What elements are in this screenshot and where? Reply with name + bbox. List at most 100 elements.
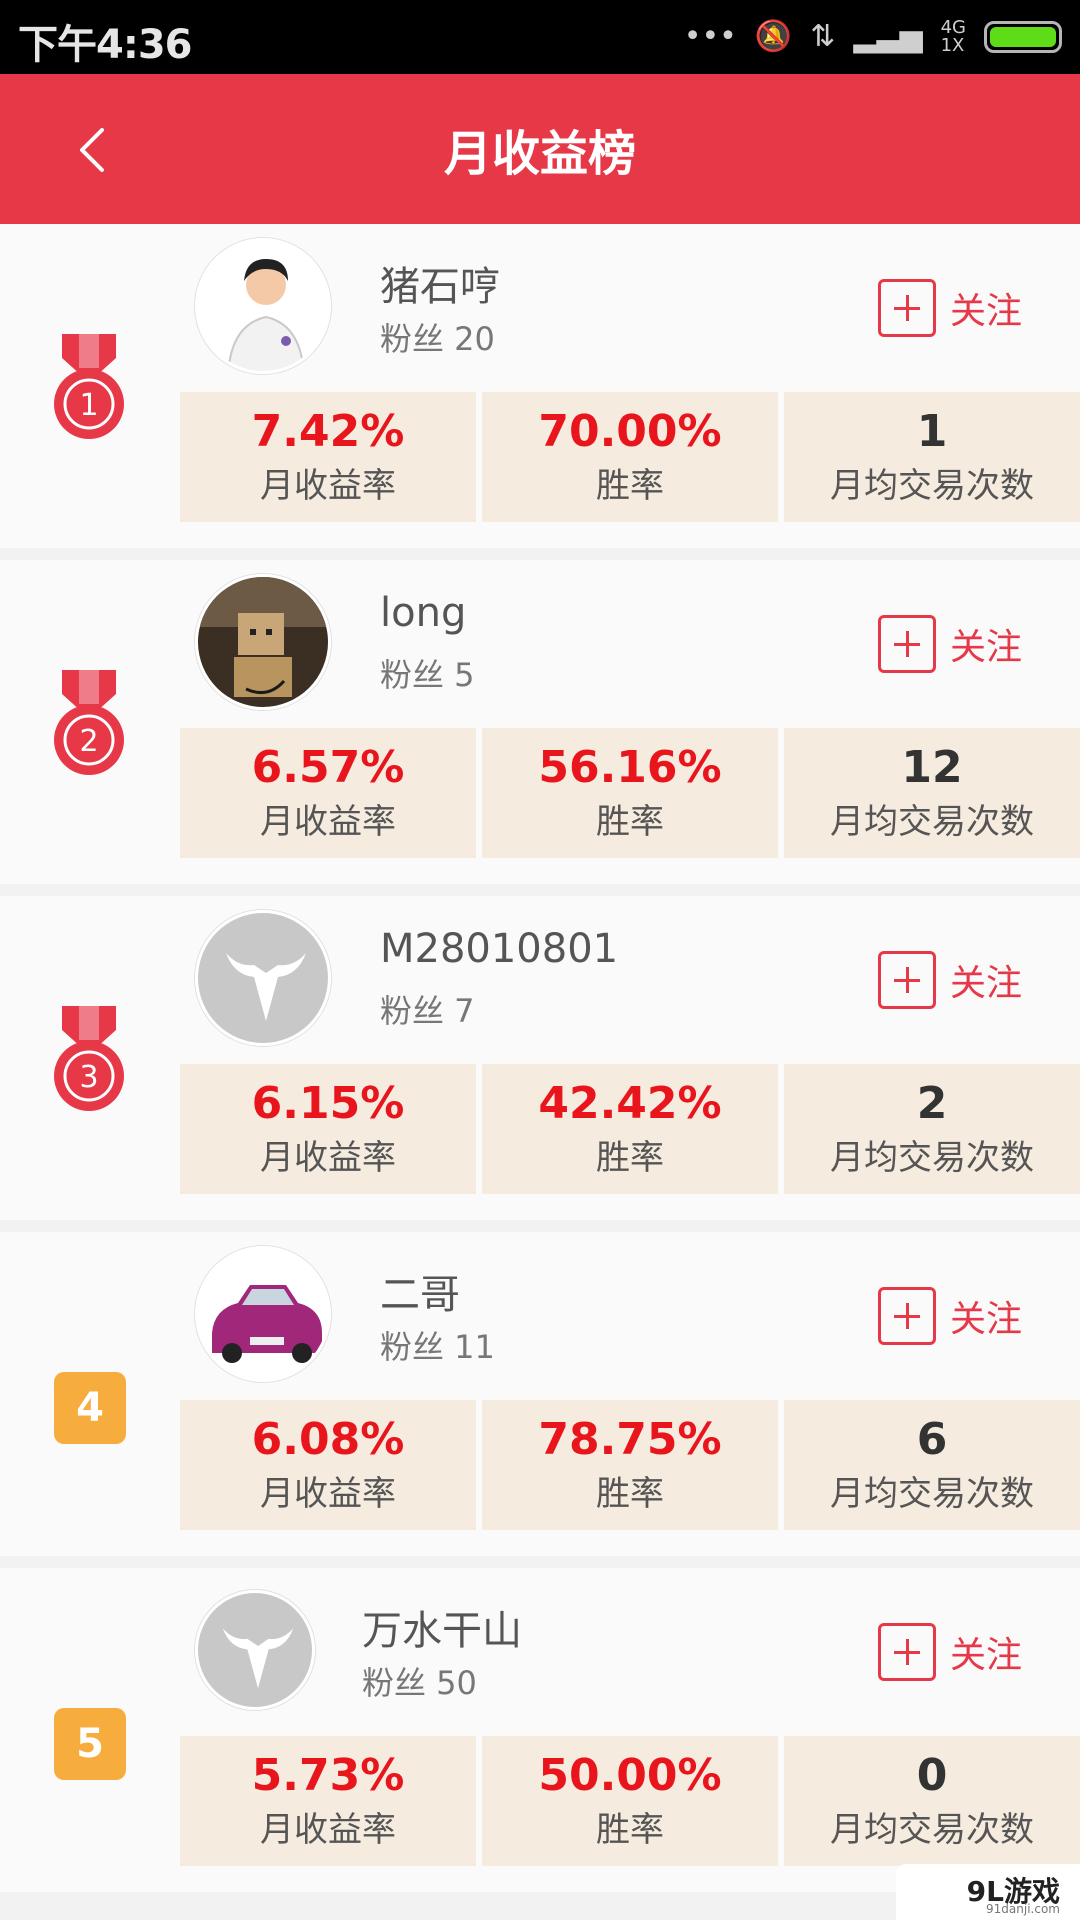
rank-badge: 4 — [54, 1372, 126, 1444]
app-header: 月收益榜 — [0, 74, 1080, 224]
status-time: 下午4:36 — [18, 22, 192, 68]
stat-label: 胜率 — [596, 802, 664, 842]
stat-value: 6.08% — [251, 1414, 405, 1465]
stat-value: 6 — [916, 1414, 948, 1465]
avatar[interactable] — [195, 1246, 331, 1382]
rank-1-medal-icon: 1 — [54, 334, 124, 439]
avatar-person-image — [198, 241, 328, 371]
rank-number: 1 — [79, 388, 98, 423]
stats-row: 7.42% 月收益率 70.00% 胜率 1 月均交易次数 — [180, 392, 1080, 522]
stat-value: 42.42% — [538, 1078, 722, 1129]
stat-win-rate: 42.42% 胜率 — [482, 1064, 778, 1194]
avatar[interactable] — [195, 574, 331, 710]
avatar[interactable] — [195, 1590, 315, 1710]
stat-label: 胜率 — [596, 466, 664, 506]
avatar[interactable] — [195, 910, 331, 1046]
stat-value: 56.16% — [538, 742, 722, 793]
stat-label: 月均交易次数 — [830, 1474, 1034, 1514]
more-dots-icon: ••• — [683, 19, 737, 54]
follow-label: 关注 — [950, 1635, 1023, 1676]
rank-number: 3 — [79, 1060, 98, 1095]
follow-label: 关注 — [950, 1299, 1023, 1340]
user-name: 猪石哼 — [380, 264, 500, 310]
network-1x: 1X — [940, 35, 965, 56]
avatar-bull-icon — [198, 913, 328, 1043]
plus-icon — [878, 1287, 936, 1345]
stat-trade-count: 0 月均交易次数 — [784, 1736, 1080, 1866]
signal-icon: ▂▃▅ — [853, 19, 923, 54]
watermark-logo: 9L游戏 91danji.com — [896, 1864, 1080, 1920]
fans-count: 粉丝 5 — [380, 656, 475, 694]
stats-row: 6.08% 月收益率 78.75% 胜率 6 月均交易次数 — [180, 1400, 1080, 1530]
rank-2-medal-icon: 2 — [54, 670, 124, 775]
stat-value: 70.00% — [538, 406, 722, 457]
follow-label: 关注 — [950, 627, 1023, 668]
user-name: M28010801 — [380, 926, 619, 972]
leaderboard-item[interactable]: 1 猪石哼 粉丝 20 关注 7.42% 月收益率 70.00% 胜率 1 月均… — [0, 224, 1080, 548]
stat-trade-count: 12 月均交易次数 — [784, 728, 1080, 858]
stat-label: 月收益率 — [260, 1138, 396, 1178]
stat-label: 胜率 — [596, 1810, 664, 1850]
status-icons: ••• 🔕 ⇅ ▂▃▅ 4G 1X — [684, 14, 1062, 60]
stat-value: 5.73% — [251, 1750, 405, 1801]
leaderboard-item[interactable]: 3 M28010801 粉丝 7 关注 6.15% 月收益率 42.42% 胜率… — [0, 896, 1080, 1220]
follow-label: 关注 — [950, 291, 1023, 332]
stat-trade-count: 6 月均交易次数 — [784, 1400, 1080, 1530]
stat-value: 6.15% — [251, 1078, 405, 1129]
stat-value: 1 — [916, 406, 948, 457]
stat-label: 月均交易次数 — [830, 1138, 1034, 1178]
fans-count: 粉丝 20 — [380, 320, 495, 358]
follow-button[interactable]: 关注 — [878, 1286, 1022, 1346]
avatar-car-image — [198, 1249, 328, 1379]
leaderboard-item[interactable]: 4 二哥 粉丝 11 关注 6.08% 月收益率 78.75% 胜率 6 月均交… — [0, 1232, 1080, 1556]
stat-label: 月收益率 — [260, 1810, 396, 1850]
follow-button[interactable]: 关注 — [878, 1622, 1022, 1682]
stat-value: 0 — [916, 1750, 948, 1801]
stats-row: 6.15% 月收益率 42.42% 胜率 2 月均交易次数 — [180, 1064, 1080, 1194]
stat-label: 胜率 — [596, 1138, 664, 1178]
stat-label: 月收益率 — [260, 1474, 396, 1514]
stat-label: 月收益率 — [260, 466, 396, 506]
avatar-box-robot-image — [198, 577, 328, 707]
avatar[interactable] — [195, 238, 331, 374]
user-name: long — [380, 590, 467, 636]
watermark-site: 91danji.com — [986, 1902, 1060, 1916]
network-type: 4G 1X — [941, 19, 966, 55]
stat-monthly-return: 6.15% 月收益率 — [180, 1064, 476, 1194]
stat-value: 50.00% — [538, 1750, 722, 1801]
data-arrows-icon: ⇅ — [810, 19, 836, 54]
status-bar: 下午4:36 ••• 🔕 ⇅ ▂▃▅ 4G 1X — [0, 0, 1080, 74]
follow-button[interactable]: 关注 — [878, 278, 1022, 338]
leaderboard-list: 1 猪石哼 粉丝 20 关注 7.42% 月收益率 70.00% 胜率 1 月均… — [0, 224, 1080, 1904]
stat-win-rate: 70.00% 胜率 — [482, 392, 778, 522]
stat-value: 2 — [916, 1078, 948, 1129]
stat-trade-count: 1 月均交易次数 — [784, 392, 1080, 522]
plus-icon — [878, 615, 936, 673]
user-name: 万水干山 — [362, 1608, 522, 1654]
plus-icon — [878, 951, 936, 1009]
follow-button[interactable]: 关注 — [878, 614, 1022, 674]
stats-row: 5.73% 月收益率 50.00% 胜率 0 月均交易次数 — [180, 1736, 1080, 1866]
stat-monthly-return: 5.73% 月收益率 — [180, 1736, 476, 1866]
app-screen: 下午4:36 ••• 🔕 ⇅ ▂▃▅ 4G 1X 月收益榜 1 猪石哼 粉丝 2… — [0, 0, 1080, 1920]
leaderboard-item[interactable]: 2 long 粉丝 5 关注 6.57% 月收益率 56.16% 胜率 12 月… — [0, 560, 1080, 884]
user-name: 二哥 — [380, 1272, 460, 1318]
stats-row: 6.57% 月收益率 56.16% 胜率 12 月均交易次数 — [180, 728, 1080, 858]
rank-3-medal-icon: 3 — [54, 1006, 124, 1111]
stat-win-rate: 50.00% 胜率 — [482, 1736, 778, 1866]
stat-monthly-return: 6.57% 月收益率 — [180, 728, 476, 858]
fans-count: 粉丝 11 — [380, 1328, 495, 1366]
leaderboard-item[interactable]: 5 万水干山 粉丝 50 关注 5.73% 月收益率 50.00% 胜率 0 月… — [0, 1568, 1080, 1892]
stat-trade-count: 2 月均交易次数 — [784, 1064, 1080, 1194]
follow-button[interactable]: 关注 — [878, 950, 1022, 1010]
avatar-bull-icon — [198, 1593, 312, 1707]
stat-value: 6.57% — [251, 742, 405, 793]
stat-label: 月收益率 — [260, 802, 396, 842]
stat-monthly-return: 7.42% 月收益率 — [180, 392, 476, 522]
stat-label: 胜率 — [596, 1474, 664, 1514]
stat-monthly-return: 6.08% 月收益率 — [180, 1400, 476, 1530]
stat-label: 月均交易次数 — [830, 1810, 1034, 1850]
stat-win-rate: 56.16% 胜率 — [482, 728, 778, 858]
plus-icon — [878, 279, 936, 337]
stat-label: 月均交易次数 — [830, 802, 1034, 842]
